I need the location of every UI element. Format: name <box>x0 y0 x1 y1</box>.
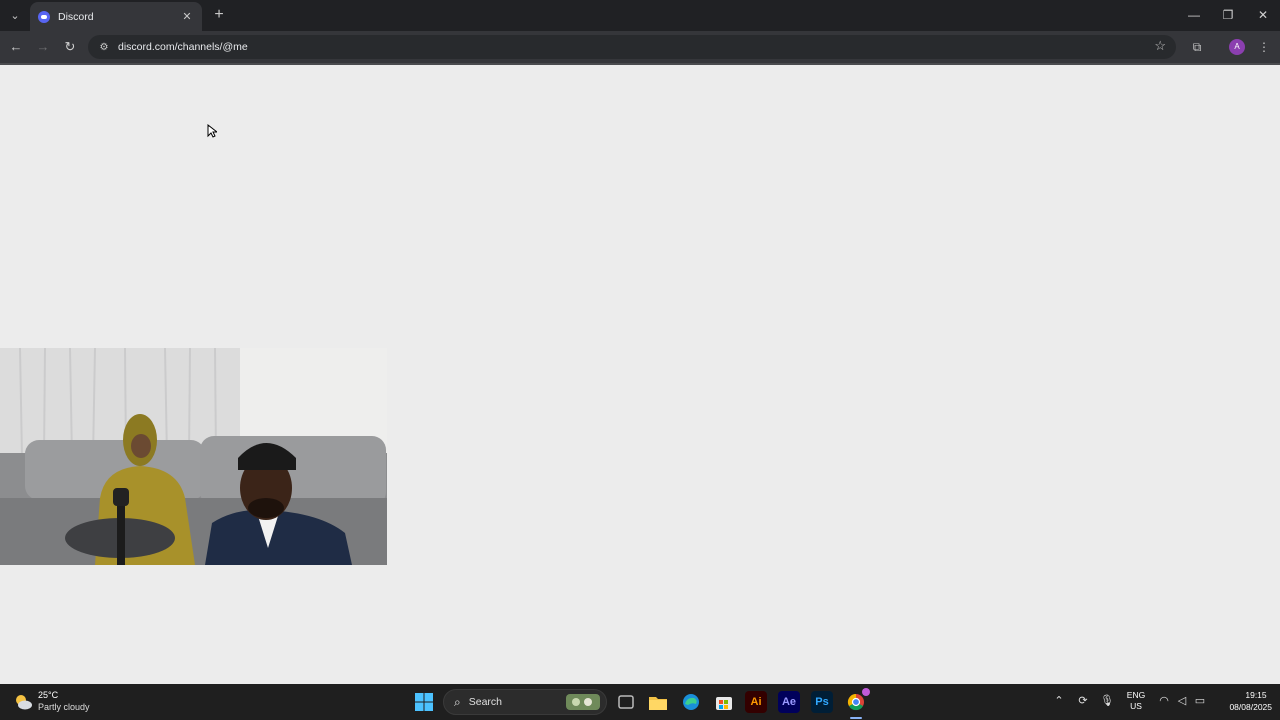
new-tab-plus-icon[interactable]: + <box>210 6 228 24</box>
extensions-puzzle-icon[interactable]: ⧉ <box>1187 37 1207 57</box>
chrome-profile-badge <box>862 688 870 696</box>
browser-toolbar: ← → ↻ ⚙ discord.com/channels/@me ☆ ⧉ ⋮ <box>0 31 1280 63</box>
forward-arrow-icon[interactable]: → <box>33 37 53 57</box>
file-explorer-button[interactable] <box>646 690 670 714</box>
clock-date[interactable]: 08/08/2025 <box>1214 702 1272 712</box>
weather-temperature[interactable]: 25°C <box>38 690 58 700</box>
input-language-indicator[interactable]: ENG US <box>1126 690 1146 712</box>
chrome-button[interactable] <box>844 688 870 714</box>
microsoft-store-button[interactable] <box>712 690 736 714</box>
taskbar-search-label: Search <box>468 696 503 708</box>
microphone-icon[interactable]: 🎙 <box>1099 694 1115 707</box>
reload-icon[interactable]: ↻ <box>60 37 80 57</box>
windows-logo-icon <box>415 693 433 711</box>
weather-condition[interactable]: Partly cloudy <box>38 702 90 712</box>
windows-start-button[interactable] <box>412 690 436 714</box>
edge-icon <box>683 694 699 710</box>
illustrator-icon: Ai <box>750 696 762 708</box>
windows-taskbar: 25°C Partly cloudy ⌕ Search Ai Ae Ps ⌃ ⟳… <box>0 684 1280 720</box>
search-highlight-icon <box>566 694 600 710</box>
restore-button[interactable]: ❐ <box>1216 5 1240 25</box>
profile-avatar[interactable]: A <box>1229 39 1245 55</box>
discord-page-content-loading <box>0 65 1280 684</box>
webcam-video-overlay <box>0 348 387 565</box>
language-code: ENG <box>1126 690 1146 700</box>
volume-icon[interactable]: ◁ <box>1174 694 1190 707</box>
language-region: US <box>1130 701 1142 711</box>
tab-title: Discord <box>58 10 94 23</box>
back-arrow-icon[interactable]: ← <box>6 37 26 57</box>
after-effects-icon: Ae <box>781 696 797 708</box>
tab-search-chevron-icon[interactable]: ⌄ <box>5 5 25 25</box>
browser-menu-kebab-icon[interactable]: ⋮ <box>1254 37 1274 57</box>
taskbar-search-box[interactable]: ⌕ Search <box>443 689 607 715</box>
store-bag-icon <box>716 697 732 710</box>
battery-icon[interactable]: ▭ <box>1192 694 1208 707</box>
edge-browser-button[interactable] <box>679 690 703 714</box>
url-text[interactable]: discord.com/channels/@me <box>118 41 248 53</box>
folder-icon <box>649 696 667 710</box>
chrome-icon <box>847 693 864 711</box>
tab-discord[interactable]: Discord ✕ <box>30 2 202 31</box>
wifi-icon[interactable]: ◠ <box>1156 694 1172 707</box>
illustrator-button[interactable]: Ai <box>745 691 767 713</box>
search-magnifier-icon: ⌕ <box>454 694 461 709</box>
show-hidden-icons-chevron-icon[interactable]: ⌃ <box>1051 694 1067 707</box>
mouse-cursor-icon <box>207 124 217 138</box>
tab-close-icon[interactable]: ✕ <box>180 10 194 23</box>
sync-tray-icon[interactable]: ⟳ <box>1075 694 1091 707</box>
discord-favicon-icon <box>38 10 50 23</box>
video-frame-image <box>0 348 387 565</box>
bookmark-star-icon[interactable]: ☆ <box>1154 38 1166 54</box>
address-bar[interactable]: ⚙ discord.com/channels/@me ☆ <box>88 35 1176 59</box>
clock-time[interactable]: 19:15 <box>1232 690 1280 700</box>
minimize-button[interactable]: — <box>1182 5 1206 25</box>
close-window-button[interactable]: ✕ <box>1251 5 1275 25</box>
browser-tab-strip: ⌄ Discord ✕ + — ❐ ✕ <box>0 0 1280 31</box>
partly-cloudy-weather-icon[interactable] <box>13 692 33 712</box>
photoshop-button[interactable]: Ps <box>811 691 833 713</box>
active-app-indicator <box>850 717 862 719</box>
task-view-button[interactable] <box>614 690 638 714</box>
photoshop-icon: Ps <box>815 696 829 708</box>
site-info-tune-icon[interactable]: ⚙ <box>96 42 112 53</box>
after-effects-button[interactable]: Ae <box>778 691 800 713</box>
task-view-icon <box>618 695 634 709</box>
